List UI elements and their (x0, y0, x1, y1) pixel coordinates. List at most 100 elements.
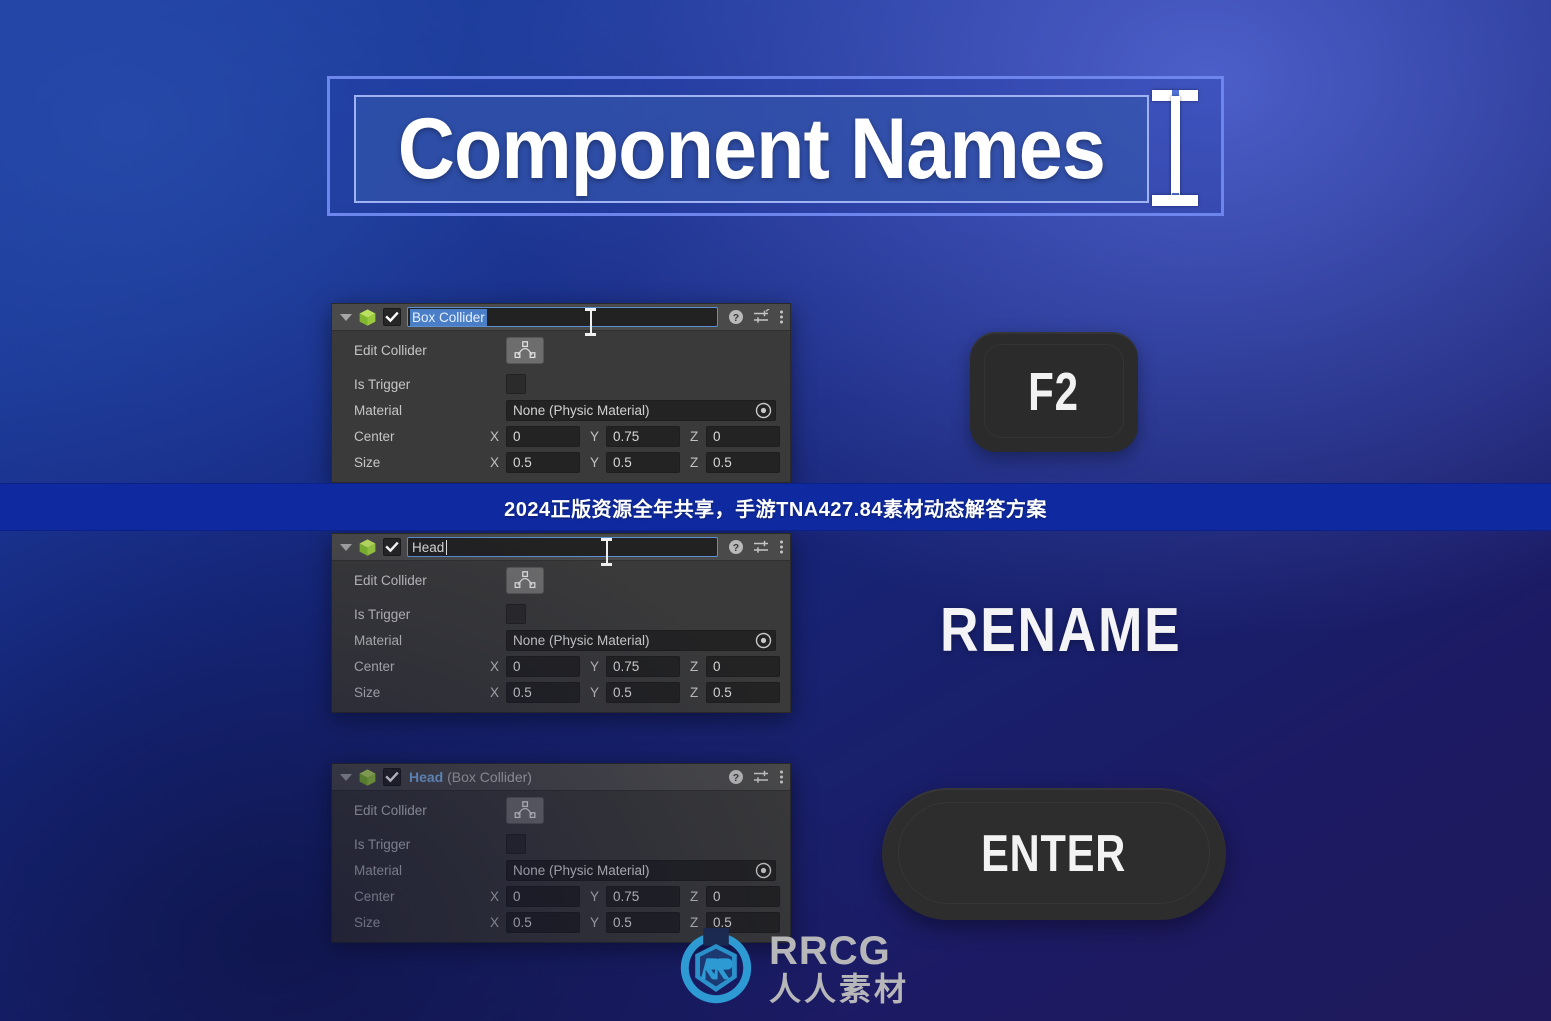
center-y-axis-label: Y (590, 888, 600, 904)
row-spacer (332, 823, 790, 831)
object-picker-icon[interactable] (755, 632, 772, 649)
size-label: Size (354, 684, 381, 700)
row-material: Material None (Physic Material) (332, 627, 790, 653)
keycap-enter[interactable]: ENTER (882, 788, 1226, 920)
edit-collider-button[interactable] (506, 336, 544, 364)
row-material: Material None (Physic Material) (332, 857, 790, 883)
component-name-input[interactable]: Head (407, 537, 718, 557)
size-label: Size (354, 454, 381, 470)
help-icon[interactable]: ? (728, 539, 744, 555)
component-enabled-checkbox[interactable] (383, 538, 401, 556)
help-icon[interactable]: ? (728, 769, 744, 785)
keycap-f2[interactable]: F2 (970, 332, 1138, 452)
material-object-field[interactable]: None (Physic Material) (506, 399, 776, 421)
size-z-input[interactable]: 0.5 (706, 451, 780, 473)
preset-settings-icon[interactable] (753, 769, 770, 785)
row-center: Center X 0 Y 0.75 Z 0 (332, 423, 790, 449)
center-x-axis-label: X (490, 658, 500, 674)
center-z-input[interactable]: 0 (706, 655, 780, 677)
center-label: Center (354, 428, 395, 444)
center-z-input[interactable]: 0 (706, 425, 780, 447)
center-y-input[interactable]: 0.75 (606, 425, 680, 447)
material-value: None (Physic Material) (513, 402, 650, 418)
row-spacer (332, 593, 790, 601)
material-object-field[interactable]: None (Physic Material) (506, 859, 776, 881)
svg-text:?: ? (733, 772, 739, 784)
title-frame: Component Names (327, 76, 1224, 216)
size-x-axis-label: X (490, 684, 500, 700)
component-header[interactable]: Head (Box Collider) ? (332, 764, 790, 791)
is-trigger-label: Is Trigger (354, 376, 411, 392)
polygon-edit-icon (514, 571, 536, 589)
size-y-input[interactable]: 0.5 (606, 681, 680, 703)
edit-collider-button[interactable] (506, 796, 544, 824)
center-x-input[interactable]: 0 (506, 885, 580, 907)
size-y-input[interactable]: 0.5 (606, 911, 680, 933)
center-z-axis-label: Z (690, 658, 699, 674)
size-label: Size (354, 914, 381, 930)
svg-text:?: ? (733, 542, 739, 554)
center-x-input[interactable]: 0 (506, 655, 580, 677)
promo-banner-text: 2024正版资源全年共享，手游TNA427.84素材动态解答方案 (504, 498, 1047, 521)
box-collider-cube-icon (359, 768, 376, 786)
is-trigger-checkbox[interactable] (506, 604, 526, 624)
center-y-axis-label: Y (590, 428, 600, 444)
more-options-kebab-icon[interactable] (779, 309, 784, 325)
material-object-field[interactable]: None (Physic Material) (506, 629, 776, 651)
center-label: Center (354, 658, 395, 674)
material-value: None (Physic Material) (513, 632, 650, 648)
center-y-input[interactable]: 0.75 (606, 885, 680, 907)
component-enabled-checkbox[interactable] (383, 768, 401, 786)
size-z-axis-label: Z (690, 454, 699, 470)
title-textbox[interactable]: Component Names (354, 95, 1149, 203)
component-name-typed-text: Head (412, 539, 445, 555)
component-enabled-checkbox[interactable] (383, 308, 401, 326)
component-header[interactable]: Head ? (332, 534, 790, 561)
size-y-input[interactable]: 0.5 (606, 451, 680, 473)
center-y-input[interactable]: 0.75 (606, 655, 680, 677)
size-y-axis-label: Y (590, 684, 600, 700)
center-x-axis-label: X (490, 888, 500, 904)
row-edit-collider: Edit Collider (332, 796, 790, 824)
help-icon[interactable]: ? (728, 309, 744, 325)
component-name-input[interactable]: Box Collider (407, 307, 718, 327)
svg-text:?: ? (733, 312, 739, 324)
size-x-axis-label: X (490, 914, 500, 930)
is-trigger-checkbox[interactable] (506, 834, 526, 854)
rename-heading: RENAME (940, 596, 1182, 665)
row-size: Size X 0.5 Y 0.5 Z 0.5 (332, 679, 790, 705)
text-caret (446, 539, 448, 555)
component-custom-name: Head (409, 769, 444, 785)
more-options-kebab-icon[interactable] (779, 539, 784, 555)
object-picker-icon[interactable] (755, 402, 772, 419)
is-trigger-checkbox[interactable] (506, 374, 526, 394)
row-center: Center X 0 Y 0.75 Z 0 (332, 883, 790, 909)
size-x-input[interactable]: 0.5 (506, 451, 580, 473)
rrcg-logo-icon (680, 928, 752, 1004)
foldout-arrow-icon[interactable] (340, 773, 352, 781)
center-x-input[interactable]: 0 (506, 425, 580, 447)
component-body: Edit Collider Is Trigger Material None (… (332, 331, 790, 482)
foldout-arrow-icon[interactable] (340, 543, 352, 551)
component-header[interactable]: Box Collider ? (332, 304, 790, 331)
row-size: Size X 0.5 Y 0.5 Z 0.5 (332, 449, 790, 475)
row-edit-collider: Edit Collider (332, 566, 790, 594)
size-z-input[interactable]: 0.5 (706, 681, 780, 703)
watermark-brand: RRCG (769, 929, 891, 973)
material-label: Material (354, 402, 403, 418)
inspector-panel-head-committed: Head (Box Collider) ? Edit Collider Is T… (331, 763, 791, 943)
foldout-arrow-icon[interactable] (340, 313, 352, 321)
more-options-kebab-icon[interactable] (779, 769, 784, 785)
component-body: Edit Collider Is Trigger Material None (… (332, 791, 790, 942)
center-y-axis-label: Y (590, 658, 600, 674)
size-y-axis-label: Y (590, 454, 600, 470)
size-x-input[interactable]: 0.5 (506, 911, 580, 933)
center-z-input[interactable]: 0 (706, 885, 780, 907)
edit-collider-button[interactable] (506, 566, 544, 594)
row-is-trigger: Is Trigger (332, 601, 790, 627)
screenshot-canvas: Component Names Box Collider ? Edit Coll… (0, 0, 1551, 1021)
preset-settings-icon[interactable] (753, 539, 770, 555)
preset-settings-icon[interactable] (753, 309, 770, 325)
object-picker-icon[interactable] (755, 862, 772, 879)
size-x-input[interactable]: 0.5 (506, 681, 580, 703)
